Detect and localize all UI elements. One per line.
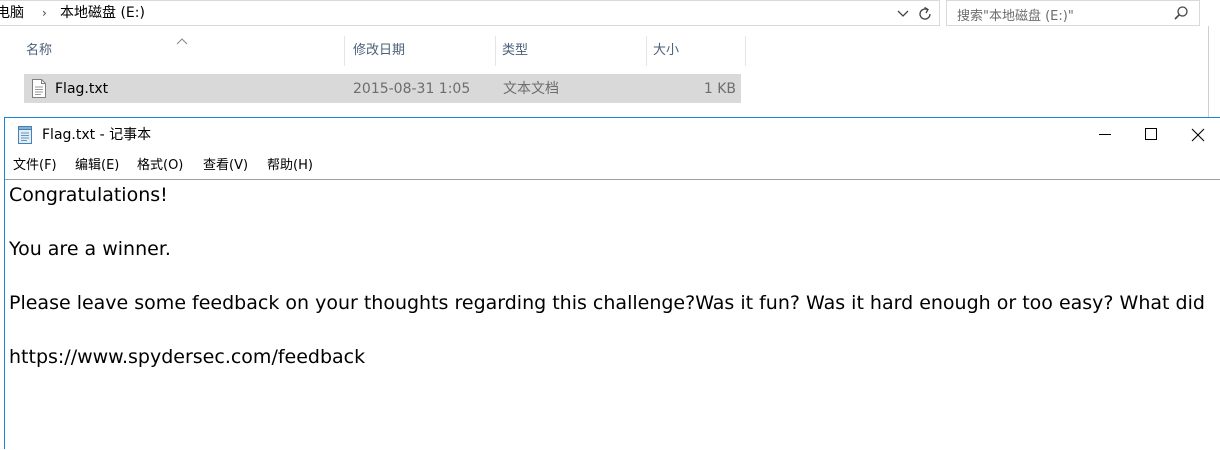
menu-file[interactable]: 文件(F) <box>13 158 57 174</box>
file-size: 1 KB <box>703 81 736 97</box>
maximize-icon <box>1145 128 1157 140</box>
column-header-type[interactable]: 类型 <box>498 36 646 66</box>
breadcrumb-local-disk[interactable]: 本地磁盘 (E:) <box>60 4 145 22</box>
file-date: 2015-08-31 1:05 <box>353 81 471 97</box>
minimize-icon <box>1099 134 1111 135</box>
search-icon[interactable] <box>1173 5 1189 21</box>
text-line: https://www.spydersec.com/feedback <box>9 346 366 368</box>
column-header-date[interactable]: 修改日期 <box>349 36 495 66</box>
column-header-size[interactable]: 大小 <box>649 36 745 66</box>
notepad-window: Flag.txt - 记事本 文件(F) 编辑(E) 格式(O) 查看(V) 帮… <box>4 117 1220 450</box>
column-header-name[interactable]: 名称 <box>22 36 344 66</box>
address-bar[interactable]: 电脑 › 本地磁盘 (E:) <box>0 0 940 26</box>
minimize-button[interactable] <box>1083 118 1129 152</box>
notepad-titlebar[interactable]: Flag.txt - 记事本 <box>5 118 1220 152</box>
menu-help[interactable]: 帮助(H) <box>267 158 313 174</box>
breadcrumb-separator[interactable]: › <box>42 4 47 22</box>
maximize-button[interactable] <box>1129 118 1175 152</box>
text-editor-area[interactable]: Congratulations! You are a winner. Pleas… <box>5 179 1220 450</box>
close-button[interactable] <box>1175 118 1220 152</box>
menu-bar: 文件(F) 编辑(E) 格式(O) 查看(V) 帮助(H) <box>5 154 1220 178</box>
text-line: Congratulations! <box>9 184 168 206</box>
search-placeholder: 搜索"本地磁盘 (E:)" <box>957 9 1074 24</box>
text-file-icon <box>31 79 47 98</box>
column-divider[interactable] <box>646 36 647 66</box>
menu-edit[interactable]: 编辑(E) <box>75 158 119 174</box>
file-row[interactable]: Flag.txt 2015-08-31 1:05 文本文档 1 KB <box>24 74 741 103</box>
menu-format[interactable]: 格式(O) <box>137 158 183 174</box>
search-input[interactable]: 搜索"本地磁盘 (E:)" <box>946 0 1200 26</box>
column-divider[interactable] <box>745 36 746 66</box>
breadcrumb-this-pc[interactable]: 电脑 <box>0 4 24 22</box>
text-line: Please leave some feedback on your thoug… <box>9 292 1205 314</box>
text-line: You are a winner. <box>9 238 171 260</box>
file-explorer-window: 电脑 › 本地磁盘 (E:) 搜索"本地磁盘 (E:)" 名称 修改日期 类型 … <box>0 0 1220 120</box>
menu-view[interactable]: 查看(V) <box>203 158 248 174</box>
file-type: 文本文档 <box>503 81 559 97</box>
chevron-down-icon[interactable] <box>894 4 912 22</box>
column-divider[interactable] <box>344 36 345 66</box>
explorer-edge <box>1208 26 1209 120</box>
refresh-icon[interactable] <box>915 4 935 24</box>
window-title: Flag.txt - 记事本 <box>42 127 152 143</box>
notepad-icon[interactable] <box>16 126 34 144</box>
file-name: Flag.txt <box>55 81 109 97</box>
close-icon <box>1191 128 1205 142</box>
column-divider[interactable] <box>495 36 496 66</box>
